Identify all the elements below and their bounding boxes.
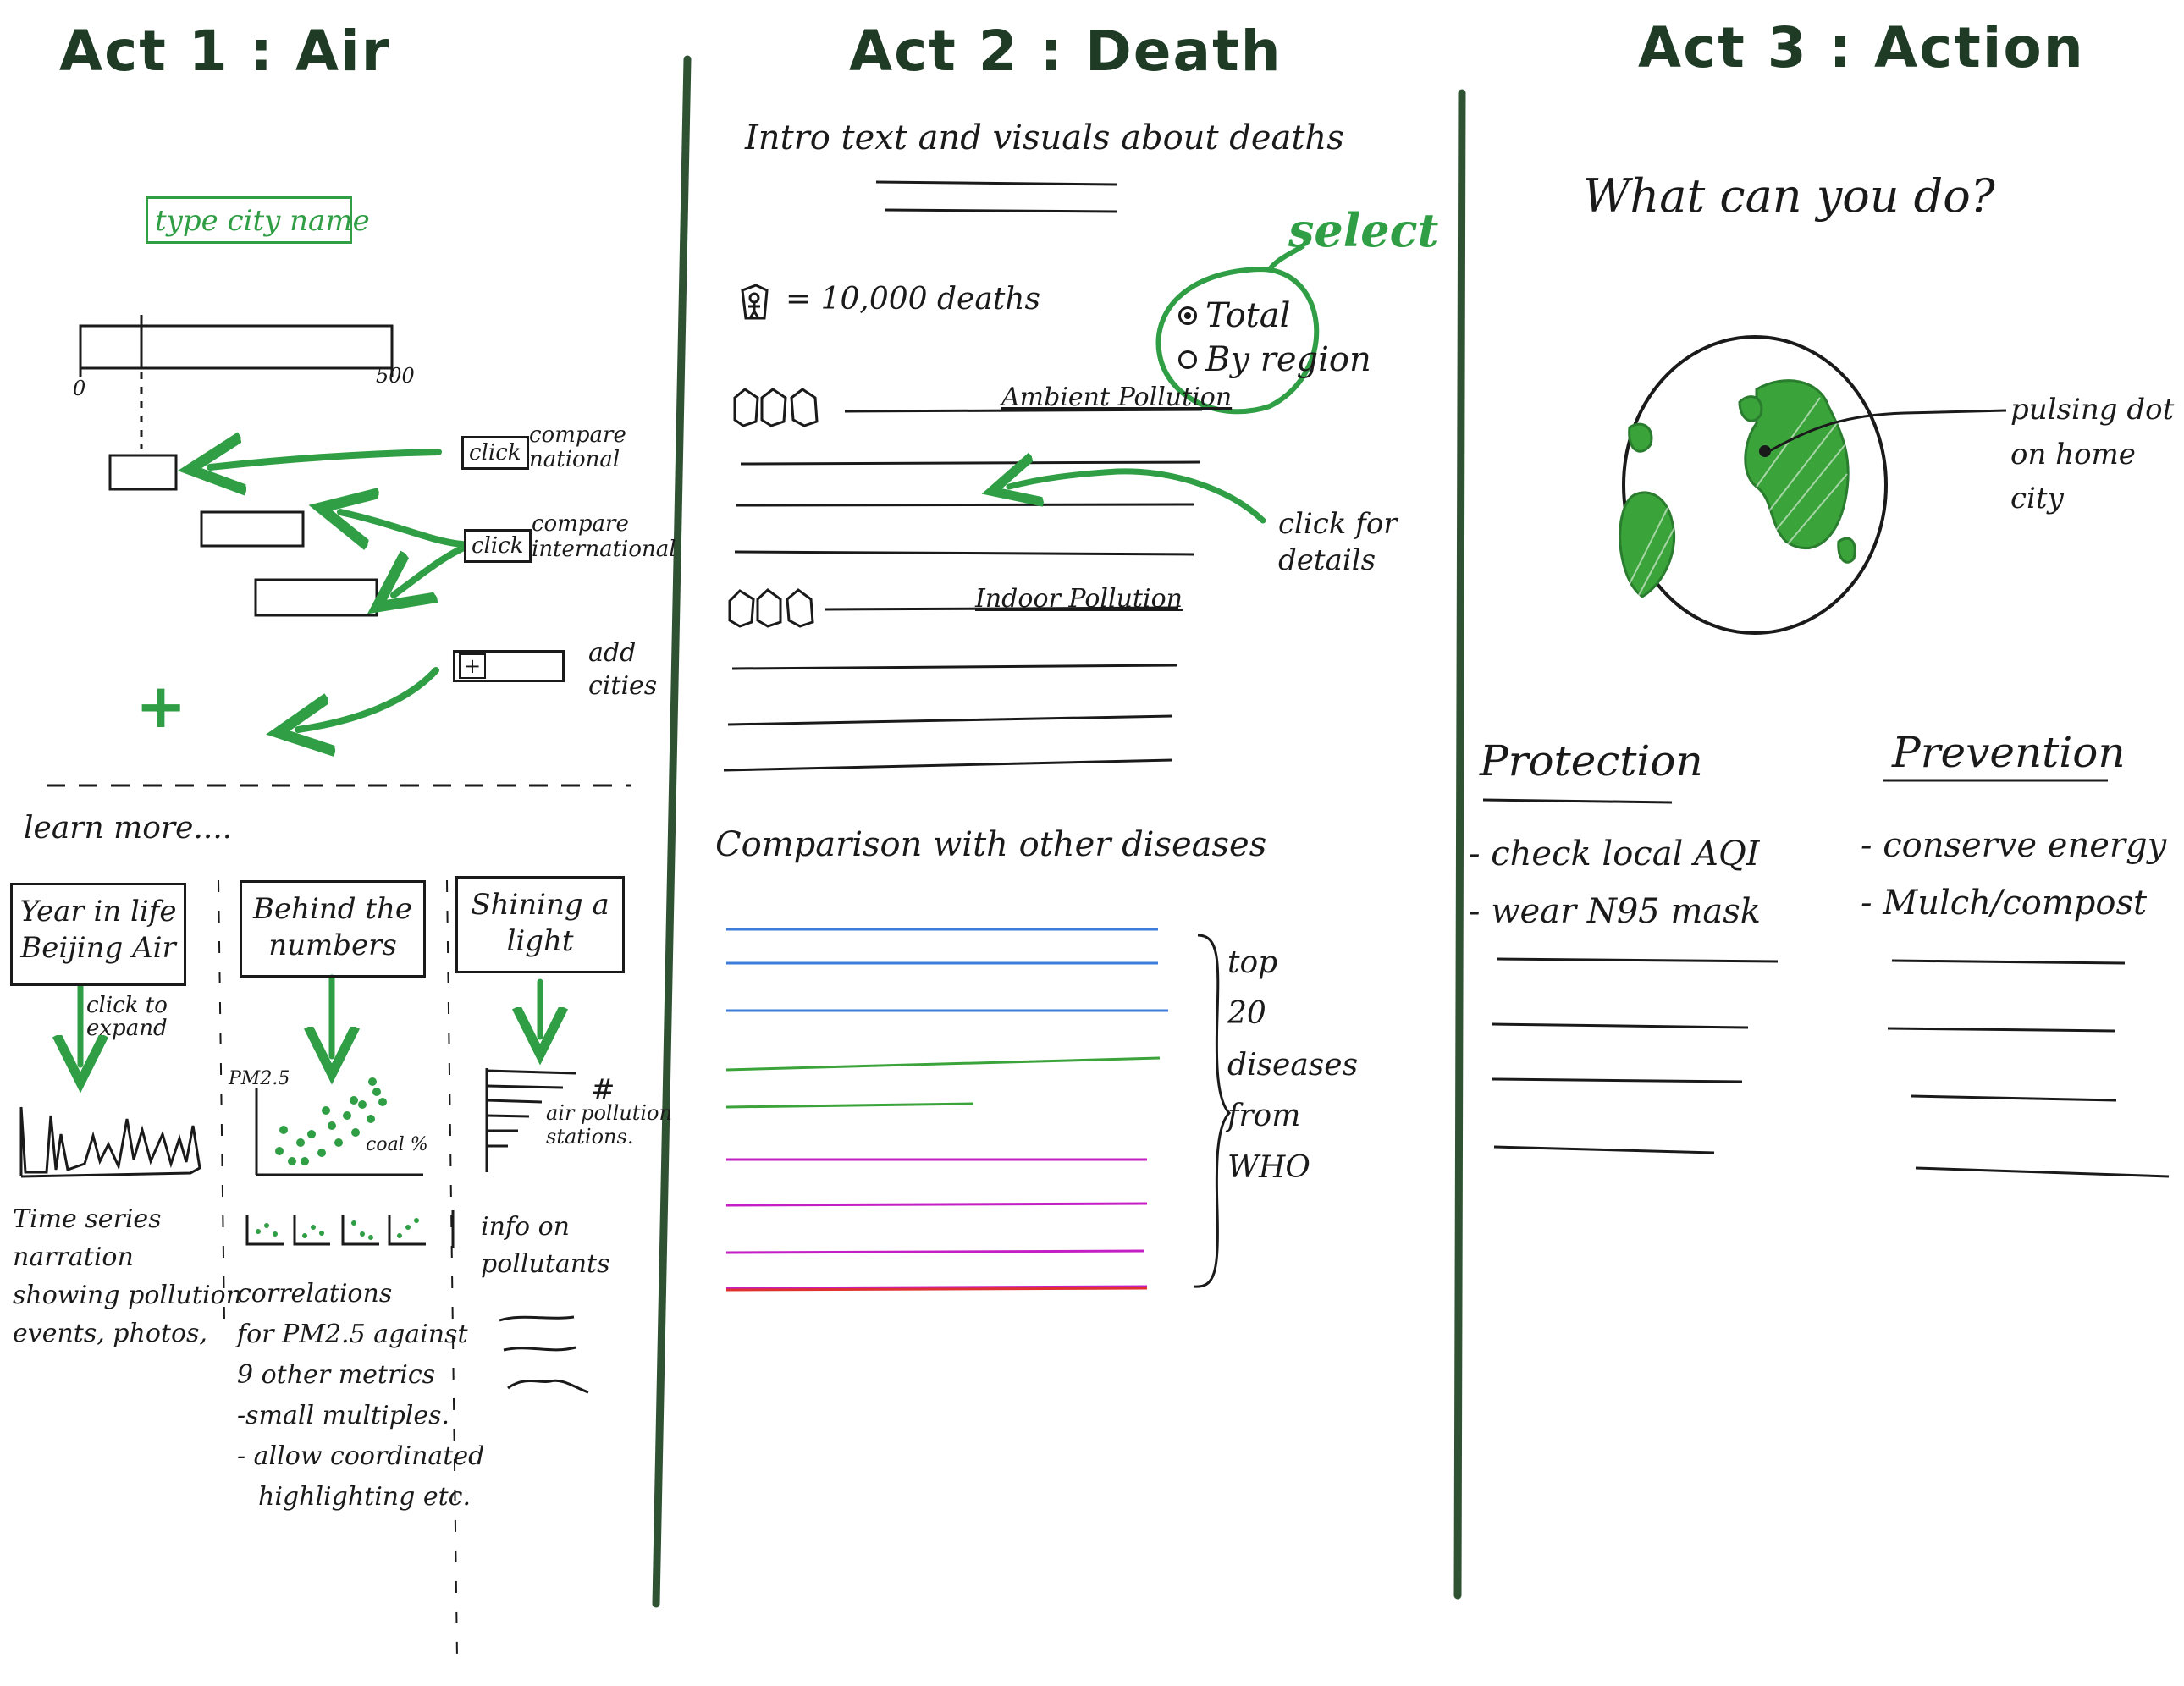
radio-by-region[interactable]: By region: [1178, 340, 1371, 379]
card3-description: info on pollutants: [481, 1212, 610, 1279]
compare-box-national: [108, 454, 178, 491]
card2-description: correlations for PM2.5 against 9 other m…: [237, 1279, 485, 1512]
act3-question: What can you do?: [1583, 169, 1995, 223]
scatter-sketch: [255, 1077, 423, 1176]
arrow-compare-intl-up: [340, 512, 466, 544]
add-city-field[interactable]: +: [453, 650, 565, 682]
arrow-compare-intl-down: [394, 545, 466, 595]
city-name-input[interactable]: type city name: [146, 196, 370, 244]
prevention-item: - conserve energy: [1861, 826, 2167, 865]
compare-box-intl-2: [254, 578, 378, 617]
globe-note: pulsing dot on home city: [2010, 393, 2175, 516]
hexagon-icons-indoor: [728, 588, 814, 628]
protection-item: - check local AQI: [1469, 835, 1760, 873]
card-title-line: Behind the: [252, 892, 413, 926]
small-multiples-sketch: [245, 1210, 455, 1248]
stations-note: air pollution stations.: [546, 1101, 672, 1149]
radio-dot-selected[interactable]: [1178, 306, 1197, 325]
aqi-scale-bar: [79, 324, 394, 370]
compare-box-intl-1: [200, 510, 305, 548]
click-to-expand-note: click to expand: [86, 993, 168, 1042]
disease-lines: [725, 928, 1168, 1292]
radio-total[interactable]: Total: [1178, 296, 1290, 335]
top-diseases-note: top 20 diseases from WHO: [1227, 945, 1359, 1185]
scatter-x-label: coal %: [366, 1134, 428, 1155]
compare-international-button[interactable]: click: [464, 529, 532, 563]
add-city-button[interactable]: +: [459, 653, 487, 680]
divider-act2-act3: [1453, 89, 1466, 1600]
globe-icon: [1619, 335, 1888, 635]
learn-more-heading: learn more....: [24, 811, 233, 846]
card-title-line: Shining a: [471, 888, 609, 922]
act2-intro: Intro text and visuals about deaths: [745, 118, 1344, 157]
comparison-heading: Comparison with other diseases: [715, 825, 1267, 864]
prevention-list: - conserve energy - Mulch/compost: [1861, 817, 2166, 932]
scatter-y-label: PM2.5: [229, 1068, 290, 1089]
compare-national-button[interactable]: click: [461, 436, 529, 470]
card-behind-the-numbers[interactable]: Behind the numbers: [240, 880, 426, 978]
deaths-legend: = 10,000 deaths: [786, 282, 1040, 317]
card-title-line: numbers: [268, 928, 397, 962]
protection-item: - wear N95 mask: [1469, 892, 1761, 931]
hexagon-icons-ambient: [733, 388, 819, 427]
act1-title: Act 1 : Air: [59, 19, 391, 84]
card-title-line: light: [506, 923, 574, 958]
scale-max-label: 500: [376, 364, 415, 388]
select-note: select: [1288, 203, 1439, 257]
compare-national-label: compare national: [529, 422, 626, 472]
arrow-compare-national: [210, 452, 442, 467]
ambient-pollution-label[interactable]: Ambient Pollution: [1001, 383, 1232, 412]
compare-international-label: compare international: [532, 511, 676, 562]
scale-min-label: 0: [73, 377, 86, 400]
prevention-heading: Prevention: [1892, 728, 2126, 777]
brace: [1193, 934, 1232, 1288]
act3-title: Act 3 : Action: [1638, 15, 2085, 80]
radio-dot[interactable]: [1178, 350, 1197, 369]
indoor-pollution-label[interactable]: Indoor Pollution: [975, 584, 1183, 614]
protection-list: - check local AQI - wear N95 mask: [1469, 825, 1761, 940]
act2-title: Act 2 : Death: [849, 19, 1282, 84]
prevention-item: - Mulch/compost: [1861, 884, 2148, 923]
arrow-click-details: [1009, 471, 1266, 524]
card1-description: Time series narration showing pollution …: [13, 1204, 242, 1348]
time-series-sketch: [19, 1106, 201, 1178]
click-for-details-note: click for details: [1278, 507, 1398, 577]
protection-heading: Protection: [1480, 736, 1703, 785]
divider-act1-act2: [652, 55, 692, 1608]
add-cities-label: add cities: [588, 638, 658, 701]
home-city-dot: [1759, 445, 1771, 457]
card-year-in-life[interactable]: Year in life Beijing Air: [10, 883, 186, 986]
card-shining-a-light[interactable]: Shining a light: [455, 876, 625, 973]
card-title-line: Beijing Air: [20, 930, 176, 965]
plus-icon[interactable]: +: [135, 670, 186, 741]
arrow-add-cities: [298, 667, 439, 730]
card-title-line: Year in life: [19, 895, 177, 928]
person-icon: [741, 284, 769, 320]
